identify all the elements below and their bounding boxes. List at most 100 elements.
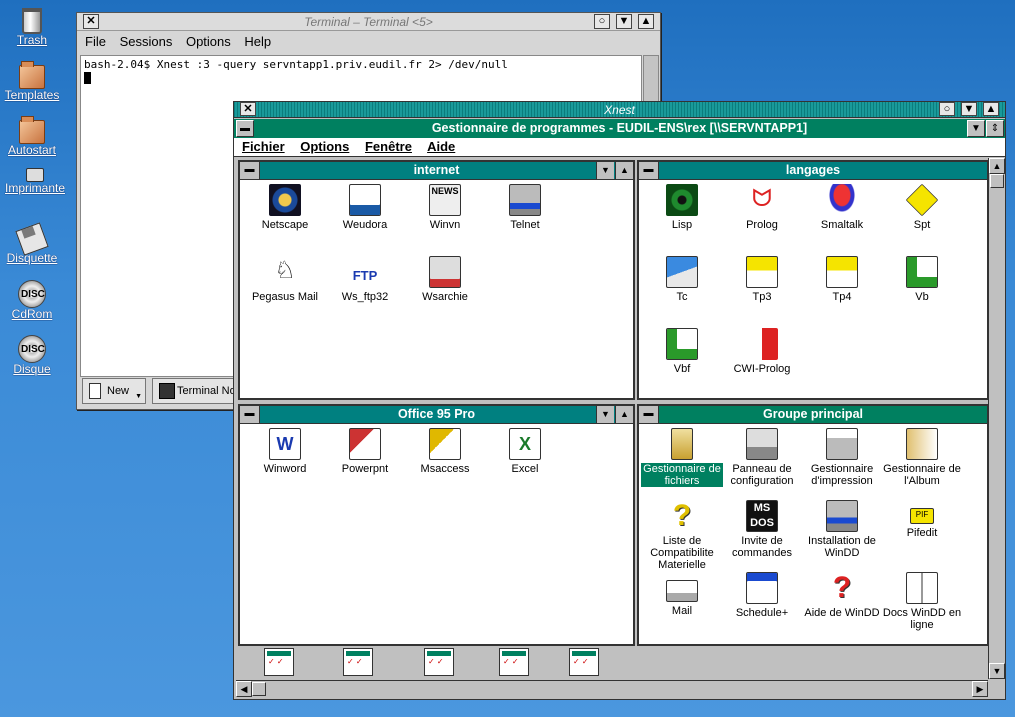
program-installation-de-windd[interactable]: Installation de WinDD: [801, 500, 883, 559]
desktop-icon-templates[interactable]: Templates: [0, 59, 67, 102]
minimize-icon[interactable]: ▼: [961, 102, 977, 116]
desktop-icon-imprimante[interactable]: Imprimante: [0, 164, 70, 195]
program-panneau-de-configuration[interactable]: Panneau de configuration: [721, 428, 803, 487]
desktop-icon-label: Trash: [16, 33, 48, 47]
program-gestionnaire-album[interactable]: Gestionnaire de l'Album: [881, 428, 963, 487]
program-weudora[interactable]: Weudora: [324, 184, 406, 231]
progman-titlebar[interactable]: ▬ Gestionnaire de programmes - EUDIL-ENS…: [234, 119, 1005, 138]
maximize-icon[interactable]: ▲: [983, 102, 999, 116]
prolog-icon: ᗢ: [746, 184, 778, 216]
desktop-icon-disquette[interactable]: Disquette: [0, 222, 67, 265]
minimize-icon[interactable]: ▼: [967, 120, 985, 137]
program-ws-ftp32[interactable]: FTP Ws_ftp32: [324, 256, 406, 303]
program-cwi-prolog[interactable]: CWI-Prolog: [721, 328, 803, 375]
menu-sessions[interactable]: Sessions: [120, 34, 173, 49]
program-telnet[interactable]: Telnet: [484, 184, 566, 231]
scroll-up-icon[interactable]: ▲: [989, 158, 1005, 174]
minimize-icon[interactable]: ▼: [596, 406, 614, 423]
minimize-icon[interactable]: ▼: [616, 14, 632, 29]
program-winword[interactable]: W Winword: [244, 428, 326, 475]
desktop-icon-trash[interactable]: Trash: [0, 4, 67, 47]
minimized-group-icon[interactable]: [264, 648, 294, 676]
program-aide-de-windd[interactable]: ? Aide de WinDD: [801, 572, 883, 620]
program-invite-de-commandes[interactable]: MS DOS Invite de commandes: [721, 500, 803, 559]
minimize-icon[interactable]: ▼: [596, 162, 614, 179]
program-pifedit[interactable]: PIF Pifedit: [881, 500, 963, 539]
trash-icon: [22, 8, 42, 34]
program-label: Smaltalk: [820, 219, 864, 231]
group-internet: ▬ internet ▼ ▲ Netscape Weudora NEWS Win…: [238, 160, 635, 400]
maximize-icon[interactable]: ▲: [615, 406, 633, 423]
menu-fenetre[interactable]: Fenêtre: [365, 139, 412, 154]
program-tp4[interactable]: Tp4: [801, 256, 883, 303]
scroll-thumb[interactable]: [990, 174, 1004, 188]
xnest-titlebar[interactable]: ✕ Xnest ○ ▼ ▲: [234, 102, 1005, 118]
program-mail[interactable]: Mail: [641, 572, 723, 617]
program-netscape[interactable]: Netscape: [244, 184, 326, 231]
program-vbf[interactable]: Vbf: [641, 328, 723, 375]
menu-options[interactable]: Options: [186, 34, 231, 49]
program-powerpnt[interactable]: Powerpnt: [324, 428, 406, 475]
program-label: Vb: [915, 291, 929, 303]
terminal-tab[interactable]: Terminal No: [152, 378, 240, 404]
program-docs-windd[interactable]: Docs WinDD en ligne: [881, 572, 963, 631]
minimized-group-icon[interactable]: [424, 648, 454, 676]
program-schedule-plus[interactable]: Schedule+: [721, 572, 803, 619]
program-pegasus-mail[interactable]: ♘ Pegasus Mail: [244, 256, 326, 303]
program-spt[interactable]: Spt: [881, 183, 963, 231]
program-prolog[interactable]: ᗢ Prolog: [721, 184, 803, 231]
program-winvn[interactable]: NEWS Winvn: [404, 184, 486, 231]
chevron-down-icon: ▼: [135, 393, 142, 400]
scroll-right-icon[interactable]: ▶: [972, 681, 988, 697]
disc-icon-text: DISC: [21, 344, 45, 355]
minimized-group-icon[interactable]: [499, 648, 529, 676]
horizontal-scrollbar[interactable]: ◀ ▶: [236, 680, 988, 697]
program-msaccess[interactable]: Msaccess: [404, 428, 486, 475]
new-session-button[interactable]: New ▼: [82, 378, 146, 404]
desktop-icon-disque[interactable]: DISC Disque: [0, 333, 67, 376]
program-smaltalk[interactable]: Smaltalk: [801, 184, 883, 231]
menu-fichier[interactable]: Fichier: [242, 139, 285, 154]
desktop-icon-label: Disque: [13, 362, 51, 376]
scroll-left-icon[interactable]: ◀: [236, 681, 252, 697]
setup-icon: [826, 500, 858, 532]
group-titlebar[interactable]: ▬ internet ▼ ▲: [240, 162, 633, 180]
program-tc[interactable]: Tc: [641, 256, 723, 303]
program-label: Excel: [511, 463, 539, 475]
restore-icon[interactable]: ⇕: [986, 120, 1004, 137]
program-gestionnaire-de-fichiers[interactable]: Gestionnaire de fichiers: [641, 428, 723, 487]
scroll-thumb[interactable]: [252, 682, 266, 696]
group-titlebar[interactable]: ▬ Groupe principal: [639, 406, 987, 424]
maximize-icon[interactable]: ▲: [638, 14, 654, 29]
group-titlebar[interactable]: ▬ langages: [639, 162, 987, 180]
program-lisp[interactable]: Lisp: [641, 184, 723, 231]
desktop-icon-cdrom[interactable]: DISC CdRom: [0, 278, 67, 321]
desktop-icon-autostart[interactable]: Autostart: [0, 114, 67, 157]
program-label: Tp4: [832, 291, 852, 303]
program-gestionnaire-impression[interactable]: Gestionnaire d'impression: [801, 428, 883, 487]
maximize-icon[interactable]: ▲: [615, 162, 633, 179]
system-menu-icon[interactable]: ▬: [240, 162, 260, 179]
program-liste-de-compatibilite[interactable]: ? Liste de Compatibilite Materielle: [641, 500, 723, 572]
program-vb[interactable]: Vb: [881, 256, 963, 303]
menu-options[interactable]: Options: [300, 139, 349, 154]
group-titlebar[interactable]: ▬ Office 95 Pro ▼ ▲: [240, 406, 633, 424]
menu-help[interactable]: Help: [244, 34, 271, 49]
terminal-titlebar[interactable]: ✕ Terminal – Terminal <5> ○ ▼ ▲: [77, 13, 660, 31]
menu-file[interactable]: File: [85, 34, 106, 49]
scroll-down-icon[interactable]: ▼: [989, 663, 1005, 679]
minimized-group-icon[interactable]: [569, 648, 599, 676]
program-wsarchie[interactable]: Wsarchie: [404, 256, 486, 303]
minimized-group-icon[interactable]: [343, 648, 373, 676]
system-menu-icon[interactable]: ▬: [639, 162, 659, 179]
iconify-icon[interactable]: ○: [939, 102, 955, 116]
program-excel[interactable]: X Excel: [484, 428, 566, 475]
program-label: Pifedit: [906, 527, 938, 539]
vertical-scrollbar[interactable]: ▲ ▼: [988, 158, 1005, 679]
program-tp3[interactable]: Tp3: [721, 256, 803, 303]
iconify-icon[interactable]: ○: [594, 14, 610, 29]
system-menu-icon[interactable]: ▬: [639, 406, 659, 423]
system-menu-icon[interactable]: ▬: [240, 406, 260, 423]
menu-aide[interactable]: Aide: [427, 139, 455, 154]
program-label: Gestionnaire de l'Album: [883, 463, 961, 487]
